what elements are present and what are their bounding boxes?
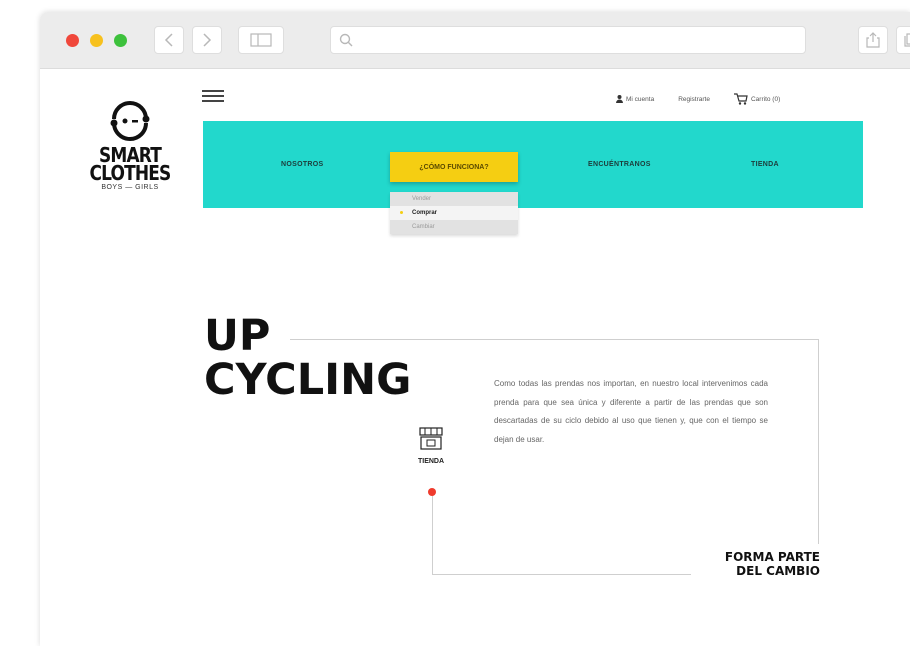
frame-line-right	[818, 339, 819, 544]
hero-paragraph: Como todas las prendas nos importan, en …	[494, 379, 768, 444]
minimize-window-button[interactable]	[90, 34, 103, 47]
back-arrow-icon	[164, 33, 173, 47]
hero-heading: UP CYCLING	[204, 314, 411, 402]
account-links: Mi cuenta Registrarte Carrito (0)	[616, 93, 780, 105]
accent-dot	[428, 488, 436, 496]
brand-logo[interactable]: SMART CLOTHES BOYS — GIRLS	[80, 97, 180, 191]
share-icon	[866, 32, 880, 48]
search-icon	[339, 33, 353, 47]
smart-clothes-logo-icon	[110, 101, 150, 141]
browser-window: SMART CLOTHES BOYS — GIRLS Mi cuenta Reg…	[40, 12, 910, 646]
shop-link[interactable]: TIENDA	[406, 427, 456, 465]
address-bar[interactable]	[330, 26, 806, 54]
hero-heading-line1: UP	[204, 311, 271, 361]
brand-title-line2: CLOTHES	[89, 161, 172, 185]
sidebar-toggle-button[interactable]	[238, 26, 284, 54]
sidebar-icon	[250, 33, 272, 47]
tabs-button[interactable]	[896, 26, 910, 54]
web-page: SMART CLOTHES BOYS — GIRLS Mi cuenta Reg…	[40, 69, 910, 646]
nav-item-como-funciona[interactable]: ¿CÓMO FUNCIONA?	[390, 152, 518, 182]
hero-heading-line2: CYCLING	[204, 355, 412, 405]
close-window-button[interactable]	[66, 34, 79, 47]
main-navigation: NOSOTROS ¿CÓMO FUNCIONA? ENCUÉNTRANOS TI…	[203, 121, 863, 208]
register-label: Registrarte	[678, 95, 710, 103]
frame-line-left	[432, 493, 433, 575]
nav-item-tienda[interactable]: TIENDA	[751, 161, 779, 168]
register-link[interactable]: Registrarte	[678, 96, 710, 103]
nav-dropdown-menu: Vender Comprar Cambiar	[390, 192, 518, 234]
cta-line2: DEL CAMBIO	[736, 564, 820, 578]
selected-bullet-icon	[400, 211, 403, 214]
shop-label: TIENDA	[417, 458, 445, 465]
cta-forma-parte[interactable]: FORMA PARTE DEL CAMBIO	[658, 550, 820, 578]
cart-link[interactable]: Carrito (0)	[733, 93, 781, 105]
dropdown-item-vender[interactable]: Vender	[390, 192, 518, 206]
tabs-icon	[904, 33, 910, 47]
nav-item-encuentranos[interactable]: ENCUÉNTRANOS	[588, 161, 651, 168]
hamburger-menu-icon[interactable]	[202, 90, 224, 102]
zoom-window-button[interactable]	[114, 34, 127, 47]
forward-button[interactable]	[192, 26, 222, 54]
storefront-icon	[419, 427, 443, 450]
dropdown-item-comprar[interactable]: Comprar	[390, 206, 518, 220]
dropdown-item-cambiar[interactable]: Cambiar	[390, 220, 518, 234]
nav-item-nosotros[interactable]: NOSOTROS	[281, 161, 323, 168]
cart-label: Carrito (0)	[750, 95, 781, 103]
my-account-label: Mi cuenta	[626, 95, 655, 103]
brand-subtitle: BOYS — GIRLS	[101, 184, 159, 191]
frame-line-bottom	[432, 574, 691, 575]
forward-arrow-icon	[203, 33, 212, 47]
cta-line1: FORMA PARTE	[724, 550, 820, 564]
user-icon	[616, 95, 623, 103]
browser-toolbar	[40, 12, 910, 69]
cart-icon	[733, 93, 748, 105]
my-account-link[interactable]: Mi cuenta	[616, 95, 654, 103]
share-button[interactable]	[858, 26, 888, 54]
dropdown-item-comprar-label: Comprar	[412, 210, 438, 216]
back-button[interactable]	[154, 26, 184, 54]
